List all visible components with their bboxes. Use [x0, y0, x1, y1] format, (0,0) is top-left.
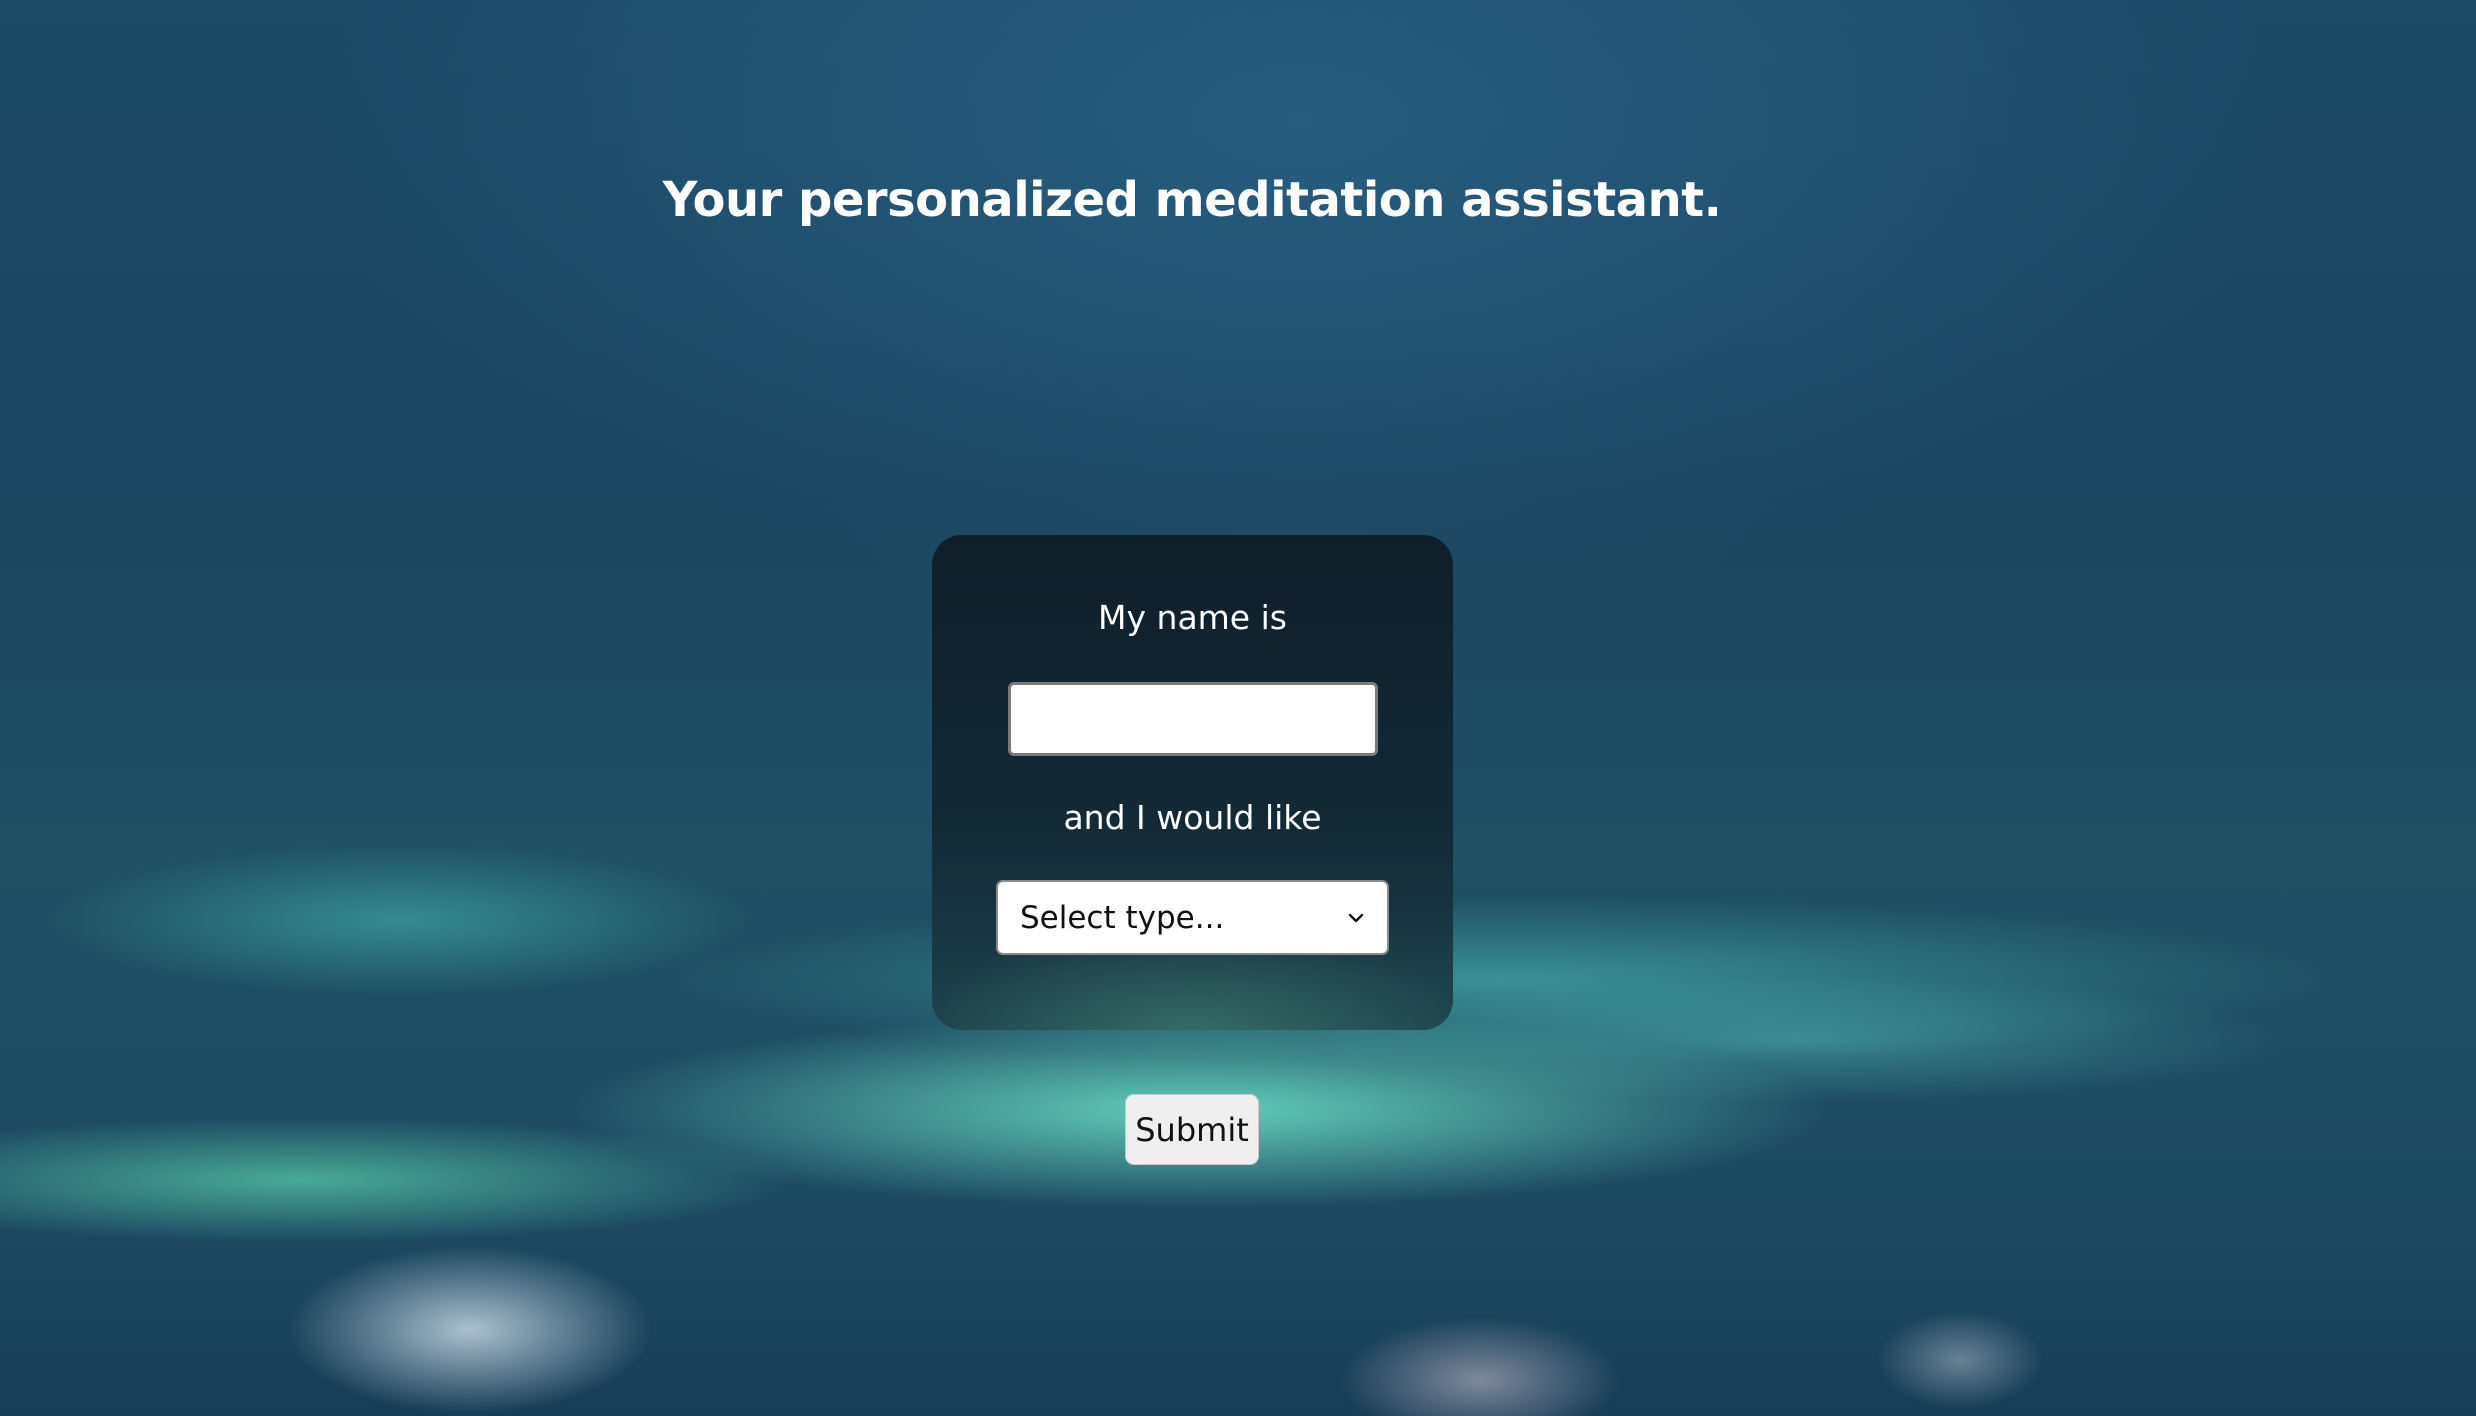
name-label: My name is: [1098, 598, 1287, 637]
meditation-form-card: My name is and I would like Select type.…: [932, 535, 1453, 1030]
submit-button[interactable]: Submit: [1125, 1094, 1259, 1165]
name-input[interactable]: [1008, 682, 1378, 756]
type-label: and I would like: [1063, 798, 1322, 837]
page-title: Your personalized meditation assistant.: [662, 172, 1722, 228]
select-value: Select type...: [1020, 899, 1225, 936]
chevron-down-icon: [1348, 913, 1364, 922]
meditation-type-select[interactable]: Select type...: [996, 880, 1389, 955]
